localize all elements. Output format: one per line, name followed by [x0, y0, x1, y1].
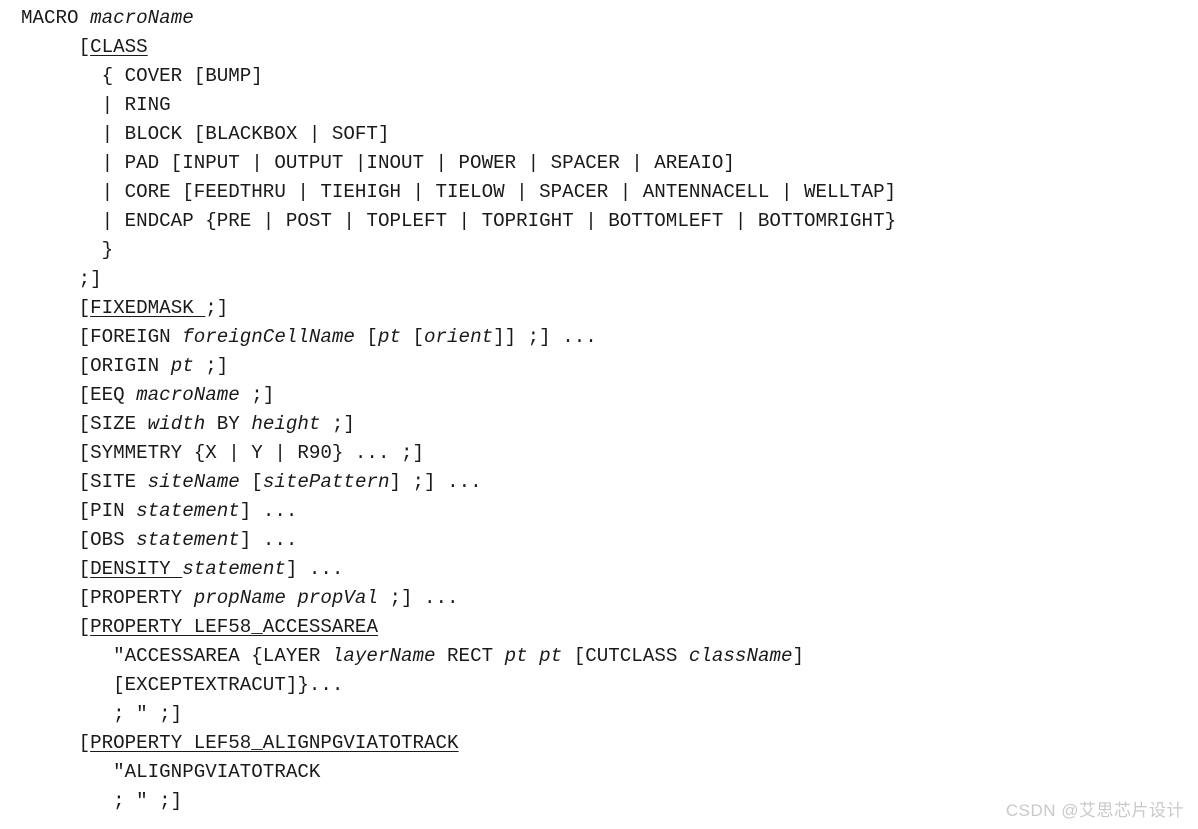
- syntax-token: pt pt: [504, 645, 563, 667]
- syntax-line: [SITE siteName [sitePattern] ;] ...: [21, 468, 896, 497]
- syntax-token: statement: [182, 558, 286, 580]
- syntax-token: width: [147, 413, 206, 435]
- syntax-line: [PROPERTY propName propVal ;] ...: [21, 584, 896, 613]
- syntax-token: [: [21, 732, 91, 754]
- lef-macro-syntax-block: MACRO macroName [CLASS { COVER [BUMP] | …: [21, 4, 896, 816]
- syntax-token: foreignCellName: [182, 326, 355, 348]
- syntax-token: "ACCESSAREA {LAYER: [21, 645, 332, 667]
- syntax-token: ] ...: [239, 529, 298, 551]
- syntax-line: "ALIGNPGVIATOTRACK: [21, 758, 896, 787]
- syntax-line: [DENSITY statement] ...: [21, 555, 896, 584]
- syntax-token: MACRO: [21, 7, 91, 29]
- syntax-line: }: [21, 236, 896, 265]
- syntax-line: [CLASS: [21, 33, 896, 62]
- syntax-line: [FOREIGN foreignCellName [pt [orient]] ;…: [21, 323, 896, 352]
- syntax-token: orient: [424, 326, 494, 348]
- syntax-token: [FOREIGN: [21, 326, 183, 348]
- syntax-line: "ACCESSAREA {LAYER layerName RECT pt pt …: [21, 642, 896, 671]
- syntax-token: ]: [792, 645, 805, 667]
- syntax-token: ;]: [239, 384, 275, 406]
- syntax-token: RECT: [435, 645, 505, 667]
- syntax-line: | BLOCK [BLACKBOX | SOFT]: [21, 120, 896, 149]
- syntax-token: | PAD [INPUT | OUTPUT |INOUT | POWER | S…: [21, 152, 735, 174]
- syntax-token: PROPERTY LEF58_ACCESSAREA: [90, 616, 378, 638]
- syntax-token: ; " ;]: [21, 790, 183, 812]
- syntax-token: [OBS: [21, 529, 137, 551]
- syntax-token: [: [21, 297, 91, 319]
- syntax-token: [: [21, 616, 91, 638]
- syntax-token: [: [400, 326, 425, 348]
- syntax-token: ;] ...: [377, 587, 459, 609]
- syntax-token: ;]: [193, 355, 229, 377]
- syntax-token: ] ...: [285, 558, 344, 580]
- syntax-token: ;]: [21, 268, 102, 290]
- syntax-token: | ENDCAP {PRE | POST | TOPLEFT | TOPRIGH…: [21, 210, 897, 232]
- syntax-token: pt: [377, 326, 401, 348]
- syntax-token: CLASS: [90, 36, 148, 58]
- syntax-line: MACRO macroName: [21, 4, 896, 33]
- syntax-token: statement: [136, 529, 240, 551]
- syntax-token: ; " ;]: [21, 703, 183, 725]
- syntax-token: [PIN: [21, 500, 137, 522]
- syntax-token: }: [21, 239, 114, 261]
- syntax-token: [: [354, 326, 378, 348]
- syntax-token: [EXCEPTEXTRACUT]}...: [21, 674, 344, 696]
- syntax-token: ] ...: [239, 500, 298, 522]
- syntax-line: [EEQ macroName ;]: [21, 381, 896, 410]
- syntax-token: [: [21, 36, 91, 58]
- syntax-token: macroName: [136, 384, 240, 406]
- syntax-token: layerName: [331, 645, 436, 667]
- syntax-token: ;]: [205, 297, 229, 319]
- syntax-token: [ORIGIN: [21, 355, 171, 377]
- syntax-token: PROPERTY LEF58_ALIGNPGVIATOTRACK: [90, 732, 459, 754]
- syntax-line: ;]: [21, 265, 896, 294]
- syntax-line: [EXCEPTEXTRACUT]}...: [21, 671, 896, 700]
- syntax-line: | RING: [21, 91, 896, 120]
- syntax-token: DENSITY: [90, 558, 183, 580]
- syntax-token: ]] ;] ...: [493, 326, 597, 348]
- syntax-token: FIXEDMASK: [90, 297, 206, 319]
- syntax-line: ; " ;]: [21, 700, 896, 729]
- syntax-line: | CORE [FEEDTHRU | TIEHIGH | TIELOW | SP…: [21, 178, 897, 207]
- syntax-token: statement: [136, 500, 240, 522]
- syntax-token: [EEQ: [21, 384, 137, 406]
- syntax-token: [PROPERTY: [21, 587, 194, 609]
- syntax-token: [CUTCLASS: [562, 645, 689, 667]
- syntax-token: BY: [205, 413, 252, 435]
- syntax-token: height: [251, 413, 321, 435]
- syntax-token: ;]: [320, 413, 355, 435]
- syntax-token: "ALIGNPGVIATOTRACK: [21, 761, 321, 783]
- syntax-token: siteName: [147, 471, 240, 493]
- syntax-token: [SYMMETRY {X | Y | R90} ... ;]: [21, 442, 425, 464]
- syntax-line: ; " ;]: [21, 787, 896, 816]
- syntax-token: | BLOCK [BLACKBOX | SOFT]: [21, 123, 390, 145]
- syntax-token: { COVER [BUMP]: [21, 65, 263, 87]
- syntax-line: [SIZE width BY height ;]: [21, 410, 896, 439]
- syntax-token: | CORE [FEEDTHRU | TIEHIGH | TIELOW | SP…: [21, 181, 897, 203]
- syntax-line: [SYMMETRY {X | Y | R90} ... ;]: [21, 439, 896, 468]
- syntax-token: [SITE: [21, 471, 148, 493]
- syntax-token: propName propVal: [193, 587, 378, 609]
- syntax-token: [: [21, 558, 91, 580]
- syntax-token: className: [688, 645, 793, 667]
- syntax-line: [ORIGIN pt ;]: [21, 352, 896, 381]
- syntax-token: | RING: [21, 94, 171, 116]
- syntax-token: ] ;] ...: [389, 471, 482, 493]
- csdn-watermark: CSDN @艾思芯片设计: [1005, 801, 1184, 820]
- syntax-line: [PROPERTY LEF58_ALIGNPGVIATOTRACK: [21, 729, 896, 758]
- syntax-line: | ENDCAP {PRE | POST | TOPLEFT | TOPRIGH…: [21, 207, 897, 236]
- syntax-line: [OBS statement] ...: [21, 526, 896, 555]
- syntax-line: [PROPERTY LEF58_ACCESSAREA: [21, 613, 896, 642]
- syntax-token: [: [239, 471, 263, 493]
- syntax-line: [PIN statement] ...: [21, 497, 896, 526]
- syntax-line: { COVER [BUMP]: [21, 62, 896, 91]
- syntax-token: [SIZE: [21, 413, 148, 435]
- syntax-token: macroName: [90, 7, 194, 29]
- syntax-line: | PAD [INPUT | OUTPUT |INOUT | POWER | S…: [21, 149, 896, 178]
- syntax-token: sitePattern: [262, 471, 390, 493]
- syntax-line: [FIXEDMASK ;]: [21, 294, 896, 323]
- syntax-token: pt: [170, 355, 194, 377]
